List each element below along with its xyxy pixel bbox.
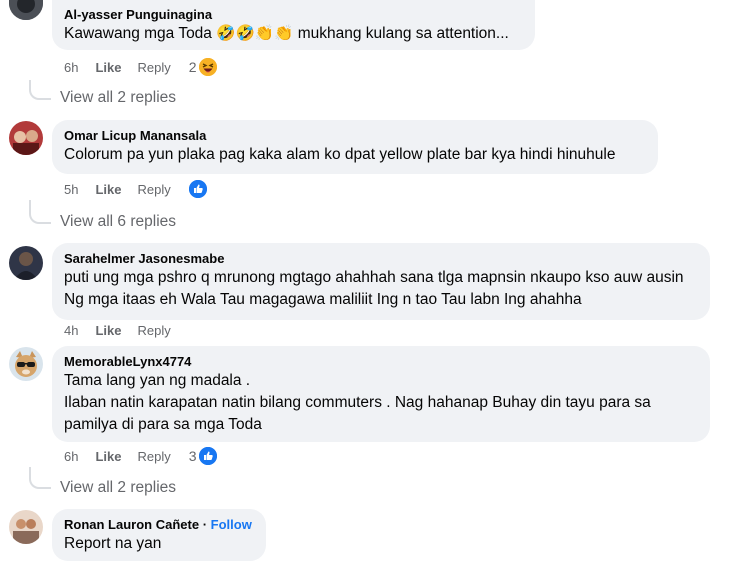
reply-button[interactable]: Reply: [137, 449, 170, 464]
thread-connector: [29, 467, 51, 489]
reply-button[interactable]: Reply: [137, 60, 170, 75]
thread-connector: [29, 200, 51, 224]
comment-time[interactable]: 5h: [64, 182, 78, 197]
comment-bubble: Omar Licup Manansala Colorum pa yun plak…: [52, 120, 658, 174]
comment-bubble: Sarahelmer Jasonesmabe puti ung mga pshr…: [52, 243, 710, 320]
comment-time[interactable]: 6h: [64, 449, 78, 464]
comment-actions: 6h Like Reply 3: [64, 445, 217, 467]
like-button[interactable]: Like: [95, 323, 121, 338]
comment-bubble: Ronan Lauron Cañete · Follow Report na y…: [52, 509, 266, 561]
comment-actions: 4h Like Reply: [64, 319, 189, 341]
reply-button[interactable]: Reply: [137, 323, 170, 338]
view-replies-link[interactable]: View all 2 replies: [60, 89, 176, 107]
avatar[interactable]: [9, 246, 43, 280]
view-replies-link[interactable]: View all 2 replies: [60, 479, 176, 497]
thumbs-up-icon[interactable]: [188, 180, 207, 198]
comment-text: Colorum pa yun plaka pag kaka alam ko dp…: [64, 146, 616, 163]
comment-text: Tama lang yan ng madala . Ilaban natin k…: [64, 372, 651, 433]
follow-button[interactable]: Follow: [211, 517, 252, 532]
avatar[interactable]: [9, 510, 43, 544]
comment-author[interactable]: Sarahelmer Jasonesmabe: [64, 250, 698, 267]
reaction-count[interactable]: 3: [189, 448, 197, 464]
comment-time[interactable]: 4h: [64, 323, 78, 338]
comment-author[interactable]: MemorableLynx4774: [64, 353, 698, 370]
comment-text: puti ung mga pshro q mrunong mgtago ahah…: [64, 269, 684, 308]
comment-time[interactable]: 6h: [64, 60, 78, 75]
comment-actions: 6h Like Reply 2: [64, 56, 217, 78]
avatar[interactable]: [9, 121, 43, 155]
like-button[interactable]: Like: [95, 182, 121, 197]
thread-connector: [29, 80, 51, 100]
comment-actions: 5h Like Reply: [64, 178, 207, 200]
comment-author[interactable]: Ronan Lauron Cañete: [64, 517, 199, 532]
view-replies-link[interactable]: View all 6 replies: [60, 213, 176, 231]
comment-author-line: Ronan Lauron Cañete · Follow: [64, 516, 254, 533]
comment-author[interactable]: Omar Licup Manansala: [64, 127, 646, 144]
laugh-emoji-icon[interactable]: [198, 58, 217, 76]
reaction-count[interactable]: 2: [189, 59, 197, 75]
reply-button[interactable]: Reply: [137, 182, 170, 197]
avatar[interactable]: [9, 0, 43, 20]
like-button[interactable]: Like: [95, 449, 121, 464]
comment-bubble: MemorableLynx4774 Tama lang yan ng madal…: [52, 346, 710, 442]
avatar[interactable]: [9, 347, 43, 381]
separator-dot: ·: [202, 517, 208, 532]
comment-text: Kawawang mga Toda 🤣🤣👏👏 mukhang kulang sa…: [64, 25, 509, 42]
comment-text: Report na yan: [64, 535, 162, 552]
comment-bubble: Al-yasser Punguinagina Kawawang mga Toda…: [52, 0, 535, 50]
like-button[interactable]: Like: [95, 60, 121, 75]
comment-author[interactable]: Al-yasser Punguinagina: [64, 6, 523, 23]
thumbs-up-icon[interactable]: [198, 447, 217, 465]
